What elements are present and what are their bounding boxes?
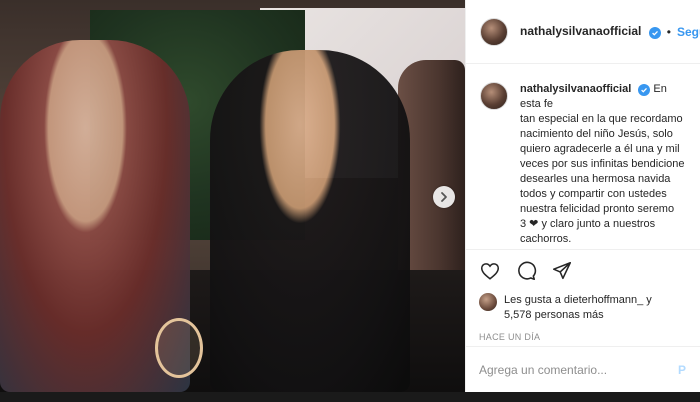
caption-line: quiero agradecerle a él una y mil xyxy=(520,143,680,155)
post-actions: Les gusta a dieterhoffmann_ y 5,578 pers… xyxy=(465,249,700,342)
post-header: nathalysilvanaofficial • Seguir xyxy=(466,0,700,64)
action-icons xyxy=(479,259,686,283)
heart-icon[interactable] xyxy=(479,260,501,282)
caption-line: veces por sus infinitas bendicione xyxy=(520,158,685,170)
liker-avatar[interactable] xyxy=(479,293,497,311)
post-timestamp[interactable]: HACE UN DÍA xyxy=(479,332,686,342)
bottom-strip xyxy=(0,392,700,402)
caption-line: desearles una hermosa navida xyxy=(520,173,671,185)
post-photo[interactable] xyxy=(0,0,465,392)
avatar[interactable] xyxy=(480,17,508,46)
caption-line: todos y compartir con ustedes xyxy=(520,188,667,200)
follow-button[interactable]: Seguir xyxy=(677,25,700,39)
post-comment-button[interactable]: P xyxy=(678,363,686,377)
caption-line: nacimiento del niño Jesús, solo xyxy=(520,128,673,140)
verified-badge-icon xyxy=(648,27,661,39)
verified-badge-icon xyxy=(638,84,651,96)
caption-avatar[interactable] xyxy=(480,82,508,110)
likes-text-line1[interactable]: Les gusta a dieterhoffmann_ y xyxy=(504,294,652,306)
username-link[interactable]: nathalysilvanaofficial xyxy=(520,24,661,39)
comment-box: P xyxy=(465,346,700,392)
caption-line: tan especial en la que recordamo xyxy=(520,113,683,125)
caption-username[interactable]: nathalysilvanaofficial xyxy=(520,83,631,95)
username-text[interactable]: nathalysilvanaofficial xyxy=(520,24,641,38)
separator-dot: • xyxy=(666,24,671,39)
likes-text-line2[interactable]: 5,578 personas más xyxy=(504,309,604,321)
woman-figure xyxy=(210,50,410,392)
carousel-next-button[interactable] xyxy=(433,186,455,208)
caption-text: nathalysilvanaofficial En esta fe tan es… xyxy=(520,82,690,246)
comment-icon[interactable] xyxy=(515,260,537,282)
caption-line: 3 ❤ y claro junto a nuestros xyxy=(520,218,656,230)
caption-line: cachorros. xyxy=(520,233,572,245)
likes-summary: Les gusta a dieterhoffmann_ y 5,578 pers… xyxy=(479,293,686,323)
chevron-right-icon xyxy=(441,192,447,202)
caption: nathalysilvanaofficial En esta fe tan es… xyxy=(466,64,700,246)
ornament-decoration xyxy=(155,318,203,378)
comment-input[interactable] xyxy=(479,362,674,377)
share-icon[interactable] xyxy=(551,260,573,282)
caption-line: nuestra felicidad pronto seremo xyxy=(520,203,675,215)
